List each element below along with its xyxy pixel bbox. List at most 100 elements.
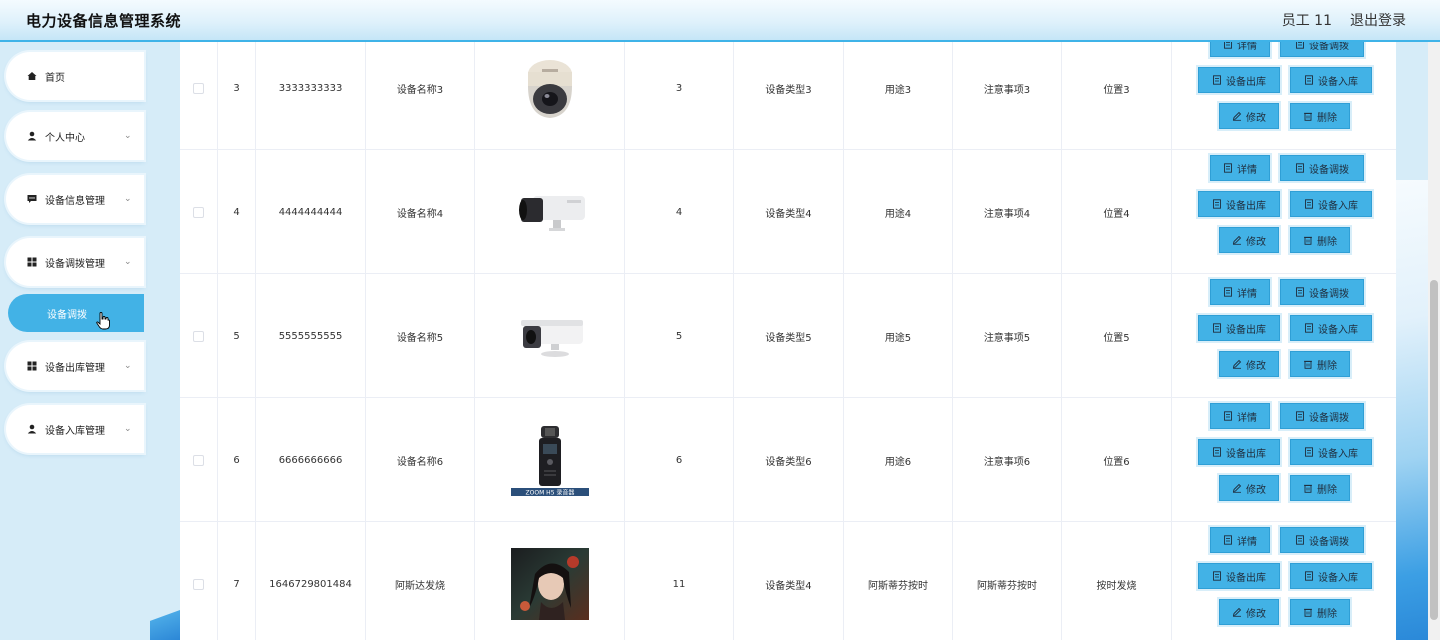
edit-button[interactable]: 修改	[1219, 475, 1279, 501]
edit-button[interactable]: 修改	[1219, 599, 1279, 625]
row-checkbox[interactable]	[193, 578, 204, 590]
sidebar-item-home[interactable]: 首页	[6, 52, 144, 100]
trash-icon	[1304, 112, 1312, 121]
row-checkbox[interactable]	[193, 330, 204, 342]
inbound-button[interactable]: 设备入库	[1290, 191, 1372, 217]
detail-button[interactable]: 详情	[1210, 42, 1270, 57]
sidebar-item-label: 首页	[45, 72, 65, 84]
allocate-button[interactable]: 设备调拨	[1280, 279, 1364, 305]
current-user[interactable]: 员工 11	[1282, 10, 1332, 30]
detail-button[interactable]: 详情	[1210, 403, 1270, 429]
row-checkbox[interactable]	[193, 206, 204, 218]
device-type: 设备类型4	[734, 522, 844, 640]
device-name: 设备名称5	[366, 274, 475, 398]
row-select-cell	[180, 42, 218, 150]
device-image	[475, 274, 625, 398]
allocate-button[interactable]: 设备调拨	[1280, 155, 1364, 181]
edit-button[interactable]: 修改	[1219, 351, 1279, 377]
document-icon	[1305, 75, 1313, 85]
delete-button[interactable]: 删除	[1290, 227, 1350, 253]
sidebar-item-allocation-mgmt[interactable]: 设备调拨管理 ⌄	[6, 238, 144, 286]
outbound-button-label: 设备出库	[1226, 572, 1266, 584]
allocate-button-label: 设备调拨	[1309, 164, 1349, 176]
device-image	[475, 42, 625, 150]
edit-button-label: 修改	[1246, 608, 1266, 620]
sidebar-item-label: 设备入库管理	[45, 425, 105, 437]
allocate-button-label: 设备调拨	[1309, 536, 1349, 548]
hand-cursor-icon	[96, 312, 110, 330]
device-table: 3 3333333333 设备名称3 3 设备类型3 用途3 注意事项3 位置3…	[180, 42, 1396, 640]
delete-button-label: 删除	[1317, 484, 1337, 496]
sidebar-subitem-allocation[interactable]: 设备调拨	[8, 294, 144, 332]
device-quantity: 5	[625, 274, 734, 398]
detail-button[interactable]: 详情	[1210, 527, 1270, 553]
inbound-button[interactable]: 设备入库	[1290, 563, 1372, 589]
sidebar-item-label: 个人中心	[45, 132, 85, 144]
device-type: 设备类型3	[734, 42, 844, 150]
sidebar-item-device-info[interactable]: 设备信息管理 ⌄	[6, 175, 144, 223]
device-quantity: 3	[625, 42, 734, 150]
pencil-icon	[1232, 483, 1242, 493]
document-icon	[1213, 75, 1221, 85]
detail-button-label: 详情	[1237, 412, 1257, 424]
device-location: 按时发烧	[1062, 522, 1172, 640]
document-icon	[1305, 323, 1313, 333]
allocate-button[interactable]: 设备调拨	[1280, 42, 1364, 57]
allocate-button[interactable]: 设备调拨	[1280, 403, 1364, 429]
inbound-button[interactable]: 设备入库	[1290, 439, 1372, 465]
edit-button[interactable]: 修改	[1219, 227, 1279, 253]
detail-button[interactable]: 详情	[1210, 279, 1270, 305]
app-title: 电力设备信息管理系统	[26, 11, 182, 30]
row-checkbox[interactable]	[193, 82, 204, 94]
outbound-button[interactable]: 设备出库	[1198, 439, 1280, 465]
row-actions: 详情 设备调拨 设备出库 设备入库 修改 删除	[1172, 42, 1396, 150]
device-use: 用途6	[844, 398, 953, 522]
inbound-button-label: 设备入库	[1318, 324, 1358, 336]
edit-button-label: 修改	[1246, 236, 1266, 248]
delete-button[interactable]: 删除	[1290, 599, 1350, 625]
document-icon	[1224, 287, 1232, 297]
user-icon	[25, 131, 39, 141]
row-checkbox[interactable]	[193, 454, 204, 466]
outbound-button[interactable]: 设备出库	[1198, 191, 1280, 217]
detail-button-label: 详情	[1237, 288, 1257, 300]
device-code: 4444444444	[256, 150, 366, 274]
inbound-button[interactable]: 设备入库	[1290, 67, 1372, 93]
detail-button-label: 详情	[1237, 164, 1257, 176]
outbound-button[interactable]: 设备出库	[1198, 315, 1280, 341]
table-row: 5 5555555555 设备名称5 5 设备类型5 用途5 注意事项5 位置5…	[180, 274, 1396, 398]
inbound-button-label: 设备入库	[1318, 448, 1358, 460]
outbound-button[interactable]: 设备出库	[1198, 563, 1280, 589]
edit-button-label: 修改	[1246, 484, 1266, 496]
delete-button[interactable]: 删除	[1290, 351, 1350, 377]
outbound-button[interactable]: 设备出库	[1198, 67, 1280, 93]
chevron-down-icon: ⌄	[124, 257, 132, 267]
logout-link[interactable]: 退出登录	[1350, 10, 1406, 30]
sidebar-item-outbound-mgmt[interactable]: 设备出库管理 ⌄	[6, 342, 144, 390]
scrollbar-thumb[interactable]	[1430, 280, 1438, 620]
trash-icon	[1304, 236, 1312, 245]
device-use: 用途5	[844, 274, 953, 398]
device-location: 位置5	[1062, 274, 1172, 398]
chevron-down-icon: ⌄	[124, 194, 132, 204]
row-select-cell	[180, 522, 218, 640]
allocate-button[interactable]: 设备调拨	[1280, 527, 1364, 553]
inbound-button[interactable]: 设备入库	[1290, 315, 1372, 341]
inbound-button-label: 设备入库	[1318, 200, 1358, 212]
device-name: 设备名称6	[366, 398, 475, 522]
sidebar-item-inbound-mgmt[interactable]: 设备入库管理 ⌄	[6, 405, 144, 453]
document-icon	[1213, 323, 1221, 333]
inbound-button-label: 设备入库	[1318, 572, 1358, 584]
edit-button-label: 修改	[1246, 112, 1266, 124]
device-note: 注意事项5	[953, 274, 1062, 398]
sidebar-item-personal-center[interactable]: 个人中心 ⌄	[6, 112, 144, 160]
device-note: 注意事项6	[953, 398, 1062, 522]
device-type: 设备类型5	[734, 274, 844, 398]
table-row: 3 3333333333 设备名称3 3 设备类型3 用途3 注意事项3 位置3…	[180, 42, 1396, 150]
header-user-area: 员工 11 退出登录	[1282, 10, 1406, 30]
delete-button[interactable]: 删除	[1290, 475, 1350, 501]
edit-button[interactable]: 修改	[1219, 103, 1279, 129]
delete-button[interactable]: 删除	[1290, 103, 1350, 129]
detail-button[interactable]: 详情	[1210, 155, 1270, 181]
row-actions: 详情 设备调拨 设备出库 设备入库 修改 删除	[1172, 398, 1396, 522]
